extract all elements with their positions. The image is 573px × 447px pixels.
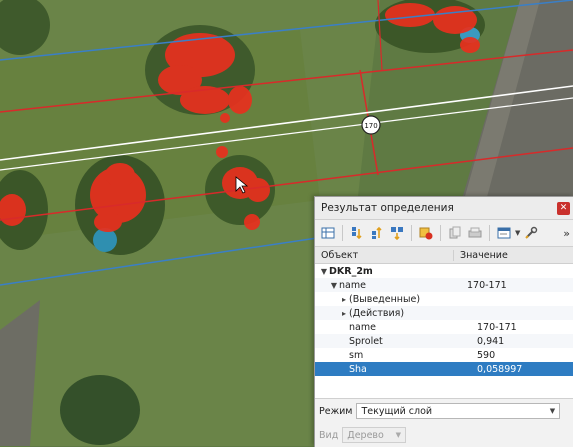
- tree-row[interactable]: Sprolet 0,941: [315, 334, 573, 348]
- view-select: Дерево ▼: [342, 427, 407, 443]
- expand-arrow-icon[interactable]: ▸: [339, 309, 349, 318]
- mode-row: Режим Текущий слой ▼: [315, 399, 573, 423]
- settings-icon[interactable]: [522, 224, 540, 242]
- tree-row[interactable]: Sha 0,058997: [315, 362, 573, 376]
- tree-row-key: name: [339, 279, 366, 291]
- clear-highlight-icon[interactable]: [417, 224, 435, 242]
- tree-row-value: 170-171: [477, 321, 517, 333]
- identify-results-panel: Результат определения ✕ ▼ » Объект Значе…: [314, 196, 573, 447]
- tree-row[interactable]: sm 590: [315, 348, 573, 362]
- tree-row-key: sm: [349, 349, 364, 361]
- view-row: Вид Дерево ▼: [315, 423, 573, 447]
- results-tree: ▼ DKR_2m ▼ name 170-171 ▸ (Выведенные) ▸ (Действ…: [315, 264, 573, 376]
- tree-row[interactable]: ▼ DKR_2m: [315, 264, 573, 278]
- view-label: Вид: [319, 429, 339, 441]
- tree-row-value: 0,058997: [477, 363, 523, 375]
- panel-titlebar: Результат определения ✕: [315, 197, 573, 220]
- layer-table-icon[interactable]: [319, 224, 337, 242]
- tree-row-key: Sha: [349, 363, 367, 375]
- tree-row[interactable]: ▼ name 170-171: [315, 278, 573, 292]
- panel-toolbar: ▼ »: [315, 220, 573, 247]
- expand-arrow-icon[interactable]: ▼: [319, 267, 329, 276]
- panel-title: Результат определения: [321, 202, 454, 214]
- mode-label: Режим: [319, 405, 353, 417]
- chevron-down-icon: ▼: [395, 431, 401, 439]
- close-button[interactable]: ✕: [557, 201, 570, 215]
- results-tree-blank: [315, 376, 573, 399]
- tree-row-key: name: [349, 321, 376, 333]
- tree-row[interactable]: name 170-171: [315, 320, 573, 334]
- tree-row-key: (Действия): [349, 307, 405, 319]
- pole-marker[interactable]: 170: [361, 115, 381, 135]
- results-table-header: Объект Значение: [315, 247, 573, 264]
- tree-row-key: (Выведенные): [349, 293, 421, 305]
- expand-arrow-icon[interactable]: ▸: [339, 295, 349, 304]
- tree-row-key: Sprolet: [349, 335, 383, 347]
- view-value: Дерево: [347, 429, 384, 441]
- column-value[interactable]: Значение: [454, 250, 508, 261]
- mode-value: Текущий слой: [361, 405, 433, 417]
- collapse-icon[interactable]: [368, 224, 386, 242]
- print-icon[interactable]: [466, 224, 484, 242]
- column-object[interactable]: Объект: [315, 249, 454, 261]
- more-tools-button[interactable]: »: [563, 227, 570, 240]
- mode-select[interactable]: Текущий слой ▼: [356, 403, 561, 419]
- expand-arrow-icon[interactable]: ▼: [329, 281, 339, 290]
- tree-row-value: 170-171: [467, 279, 507, 291]
- expand-icon[interactable]: [348, 224, 366, 242]
- tree-row-value: 590: [477, 349, 496, 361]
- expand-all-icon[interactable]: [388, 224, 406, 242]
- copy-icon[interactable]: [446, 224, 464, 242]
- tree-row[interactable]: ▸ (Выведенные): [315, 292, 573, 306]
- tree-row-value: 0,941: [477, 335, 505, 347]
- chevron-down-icon: ▼: [549, 407, 556, 415]
- tree-row[interactable]: ▸ (Действия): [315, 306, 573, 320]
- pole-label: 170: [364, 122, 377, 130]
- open-form-icon[interactable]: [495, 224, 513, 242]
- tree-row-key: DKR_2m: [329, 265, 373, 277]
